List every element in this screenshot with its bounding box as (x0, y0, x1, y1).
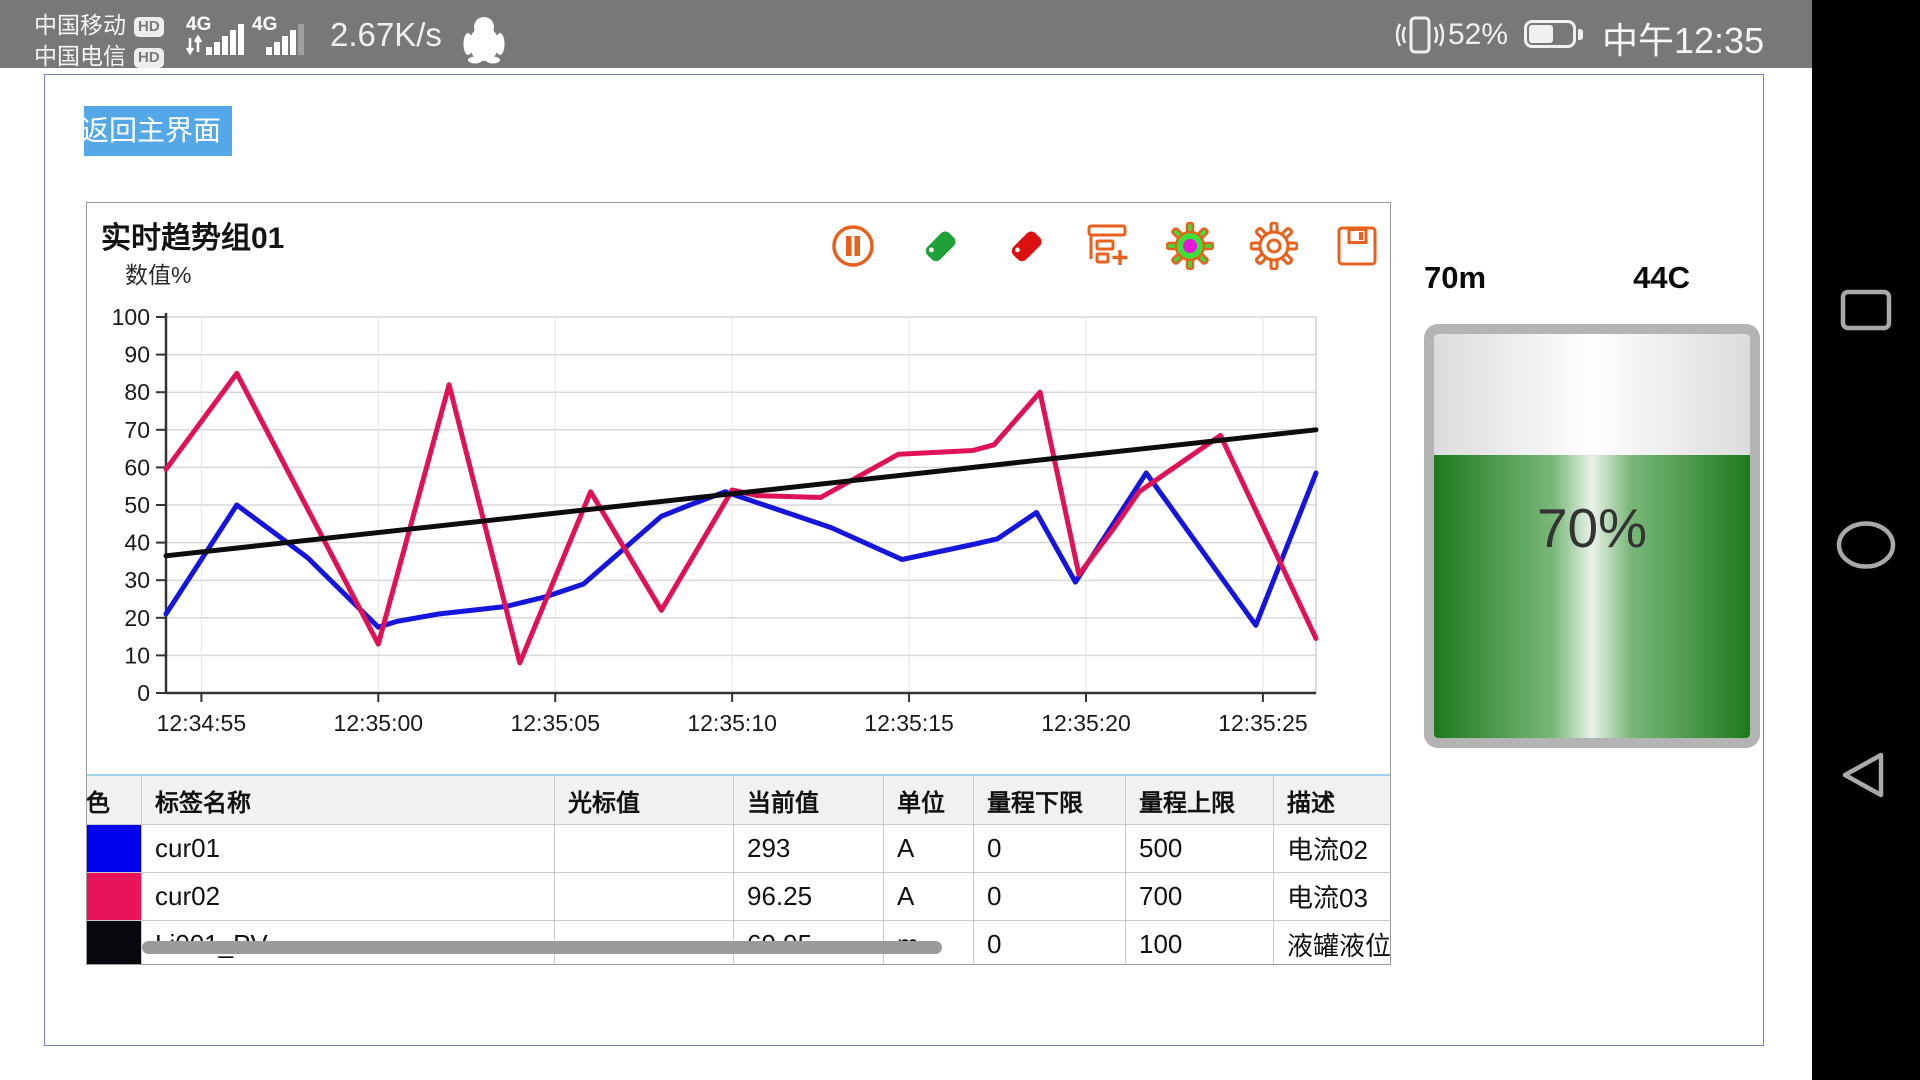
table-header-cell: 标签名称 (142, 776, 555, 825)
table-cell: 0 (974, 825, 1126, 873)
svg-text:50: 50 (124, 492, 150, 518)
svg-text:12:35:10: 12:35:10 (687, 710, 777, 736)
trend-chart: 0 10 20 30 40 50 60 70 80 90 100 12:34:55 12:35:00 12… (87, 203, 1391, 763)
svg-text:0: 0 (137, 680, 150, 706)
recents-square-icon (1821, 265, 1911, 355)
table-cell: 96.25 (734, 873, 884, 921)
svg-text:30: 30 (124, 567, 150, 593)
table-cell: 700 (1126, 873, 1274, 921)
tag-color-swatch (87, 921, 142, 965)
signal-bars-icon-2: 4G (252, 10, 314, 62)
tank-temp-label: 44C (1633, 260, 1690, 296)
table-cell: 293 (734, 825, 884, 873)
signal-bars-icon-1: 4G (186, 10, 248, 62)
svg-text:10: 10 (124, 642, 150, 668)
qq-penguin-notification-icon (460, 14, 508, 64)
home-button[interactable] (1821, 500, 1911, 590)
table-cell: 500 (1126, 825, 1274, 873)
network-speed: 2.67K/s (330, 16, 442, 54)
table-cell: 液罐液位 (1274, 921, 1391, 965)
table-cell: 电流03 (1274, 873, 1391, 921)
battery-percent: 52% (1448, 18, 1508, 52)
hd-badge: HD (134, 17, 164, 37)
status-bar: 中国移动HD 中国电信HD 4G 4G 2.67K/s (0, 0, 1812, 68)
table-header-cell: 色 (87, 776, 142, 825)
svg-text:12:35:25: 12:35:25 (1218, 710, 1308, 736)
table-header-cell: 量程上限 (1126, 776, 1274, 825)
tank-percent-text: 70% (1424, 496, 1760, 560)
back-triangle-icon (1821, 730, 1911, 820)
svg-text:12:35:05: 12:35:05 (510, 710, 600, 736)
svg-text:100: 100 (112, 304, 150, 330)
svg-text:12:35:20: 12:35:20 (1041, 710, 1131, 736)
svg-text:12:35:15: 12:35:15 (864, 710, 954, 736)
table-header-cell: 单位 (884, 776, 974, 825)
carrier-1: 中国移动HD (34, 6, 164, 40)
table-cell: A (884, 825, 974, 873)
status-time: 中午12:35 (1602, 12, 1764, 64)
screen: 中国移动HD 中国电信HD 4G 4G 2.67K/s (0, 0, 1920, 1080)
horizontal-scrollbar-thumb[interactable] (142, 941, 942, 954)
table-cell: 电流02 (1274, 825, 1391, 873)
svg-text:4G: 4G (186, 14, 211, 35)
svg-text:40: 40 (124, 530, 150, 556)
svg-text:90: 90 (124, 342, 150, 368)
table-cell: 100 (1126, 921, 1274, 965)
table-cell: 0 (974, 873, 1126, 921)
svg-text:20: 20 (124, 605, 150, 631)
svg-text:60: 60 (124, 454, 150, 480)
carrier-2: 中国电信HD (34, 37, 164, 71)
table-cell: 0 (974, 921, 1126, 965)
tag-table: 色标签名称光标值当前值单位量程下限量程上限描述cur01293A0500电流02… (87, 776, 1391, 965)
vibrate-mode-icon (1396, 14, 1444, 58)
table-header-cell: 当前值 (734, 776, 884, 825)
table-header-cell: 量程下限 (974, 776, 1126, 825)
table-cell: A (884, 873, 974, 921)
home-circle-icon (1821, 500, 1911, 590)
svg-text:70: 70 (124, 417, 150, 443)
tag-color-swatch (87, 873, 142, 921)
table-cell: cur02 (142, 873, 555, 921)
table-cell (555, 873, 734, 921)
svg-text:4G: 4G (252, 14, 277, 35)
tank-labels: 70m 44C (1424, 260, 1760, 296)
battery-tip (1578, 29, 1583, 40)
android-nav-bar (1812, 0, 1920, 1080)
back-nav-button[interactable] (1821, 730, 1911, 820)
back-to-main-button[interactable]: 返回主界面 (84, 106, 232, 156)
svg-text:80: 80 (124, 379, 150, 405)
battery-icon (1524, 20, 1576, 48)
trend-panel: 实时趋势组01 (86, 202, 1391, 965)
table-header-cell: 描述 (1274, 776, 1391, 825)
table-cell: cur01 (142, 825, 555, 873)
tag-color-swatch (87, 825, 142, 873)
tank-level-label: 70m (1424, 260, 1486, 295)
hd-badge: HD (134, 48, 164, 68)
table-cell (555, 825, 734, 873)
recents-button[interactable] (1821, 265, 1911, 355)
svg-text:12:35:00: 12:35:00 (334, 710, 424, 736)
svg-text:12:34:55: 12:34:55 (157, 710, 247, 736)
table-header-cell: 光标值 (555, 776, 734, 825)
